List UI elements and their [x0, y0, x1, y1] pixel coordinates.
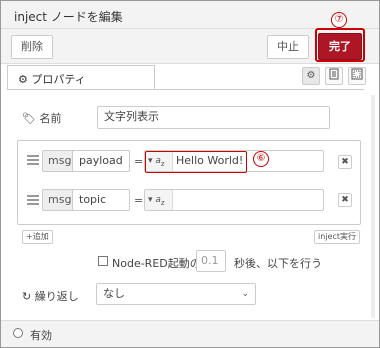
- tab-properties[interactable]: ⚙ プロパティ: [7, 65, 155, 90]
- topic-value-input[interactable]: ▾ az: [144, 189, 324, 211]
- plus-icon: +: [26, 232, 33, 241]
- payload-field-input[interactable]: payload: [72, 150, 130, 172]
- done-highlight-ring: [315, 28, 365, 62]
- inject-once-checkbox[interactable]: [98, 256, 108, 266]
- inject-now-button[interactable]: inject実行: [314, 230, 360, 244]
- chevron-down-icon: ⌄: [241, 289, 249, 299]
- string-type-icon[interactable]: ▾ az: [145, 190, 173, 210]
- name-input[interactable]: 文字列表示: [97, 106, 330, 129]
- scrollbar[interactable]: [371, 95, 375, 318]
- repeat-label: ↻ 繰り返し: [22, 290, 79, 303]
- msg-prefix: msg.: [48, 154, 75, 167]
- annotation-marker-7: ⑦: [331, 12, 347, 28]
- name-label: 🏷 名前: [22, 112, 62, 125]
- equals-sign: =: [134, 194, 144, 207]
- tag-icon: 🏷: [22, 112, 36, 125]
- add-property-button[interactable]: +追加: [22, 230, 53, 244]
- remove-topic-button[interactable]: ✖: [338, 193, 352, 207]
- repeat-icon: ↻: [22, 290, 32, 303]
- dialog-title: inject ノードを編集: [14, 10, 123, 24]
- tab-divider: [7, 89, 364, 90]
- delete-button[interactable]: 削除: [11, 35, 53, 59]
- inject-once-suffix: 秒後、以下を行う: [234, 257, 322, 270]
- once-delay-input[interactable]: 0.1: [196, 250, 226, 272]
- remove-payload-button[interactable]: ✖: [338, 155, 352, 169]
- tab-properties-label: プロパティ: [31, 73, 86, 86]
- msg-prefix: msg.: [48, 193, 75, 206]
- annotation-marker-6: ⑥: [253, 151, 269, 167]
- equals-sign: =: [134, 155, 144, 168]
- drag-handle-icon[interactable]: [27, 195, 39, 205]
- enabled-toggle[interactable]: [13, 328, 23, 338]
- enabled-label: 有効: [30, 329, 52, 342]
- document-icon[interactable]: [325, 67, 343, 85]
- drag-handle-icon[interactable]: [27, 155, 39, 165]
- topic-field-input[interactable]: topic: [72, 189, 130, 211]
- dialog-footer: [1, 320, 379, 347]
- frame-icon[interactable]: [348, 67, 366, 85]
- dialog-titlebar: inject ノードを編集: [1, 1, 379, 29]
- gear-icon: ⚙: [18, 73, 28, 86]
- inject-once-prefix: Node-RED起動の: [112, 257, 201, 270]
- repeat-select[interactable]: なし ⌄: [96, 283, 256, 305]
- value-highlight-ring: [145, 151, 247, 173]
- gear-icon[interactable]: ⚙: [302, 67, 320, 85]
- cancel-button[interactable]: 中止: [267, 35, 309, 59]
